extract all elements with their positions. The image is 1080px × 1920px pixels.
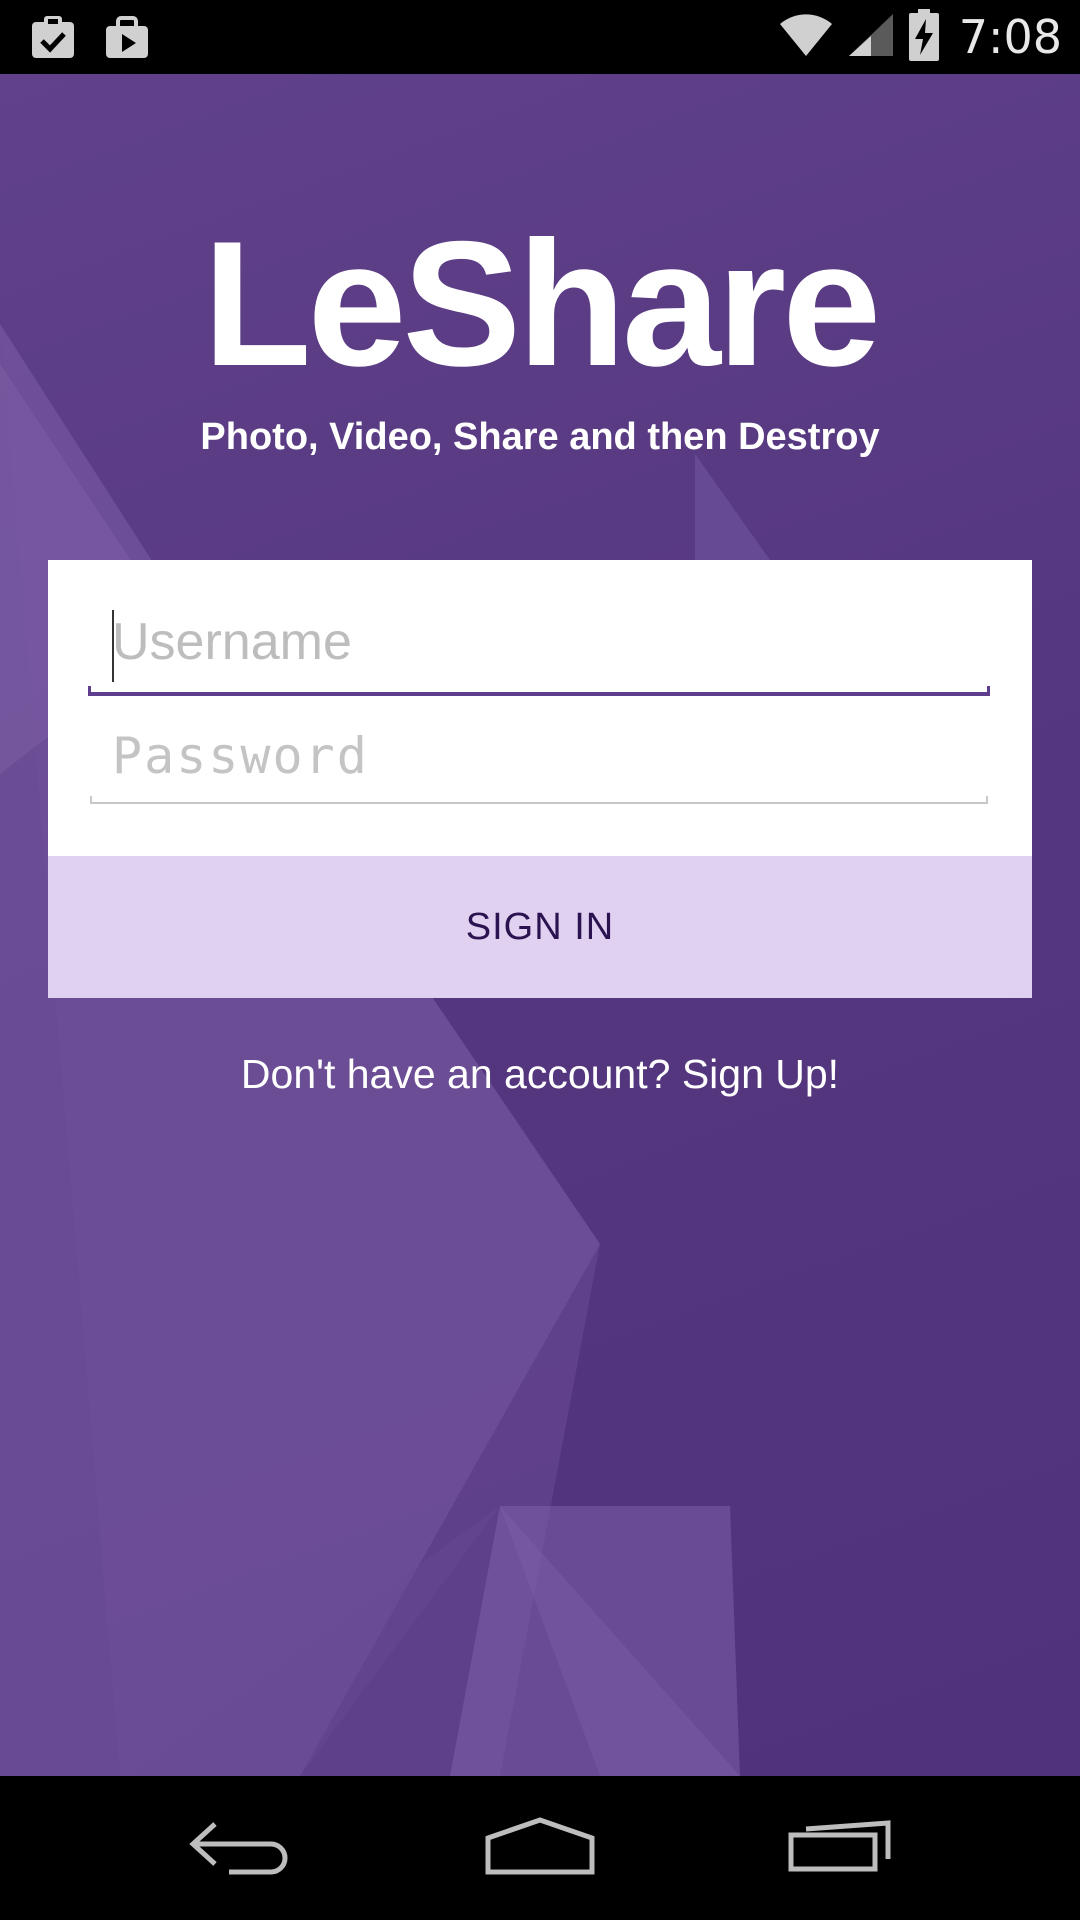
recents-icon xyxy=(788,1819,892,1877)
status-bar: 7:08 xyxy=(0,0,1080,74)
login-card: SIGN IN xyxy=(48,560,1032,998)
home-icon xyxy=(484,1816,596,1880)
app-tagline: Photo, Video, Share and then Destroy xyxy=(200,416,880,458)
username-field[interactable] xyxy=(88,596,990,696)
text-cursor xyxy=(112,610,114,682)
home-button[interactable] xyxy=(440,1776,640,1920)
wifi-icon xyxy=(779,12,833,62)
back-button[interactable] xyxy=(140,1776,340,1920)
back-icon xyxy=(185,1816,295,1880)
app-content: LeShare Photo, Video, Share and then Des… xyxy=(0,74,1080,1776)
briefcase-play-icon xyxy=(102,12,152,66)
navigation-bar xyxy=(0,1776,1080,1920)
recents-button[interactable] xyxy=(740,1776,940,1920)
login-screen: 7:08 LeShare Photo, Video, Share and the… xyxy=(0,0,1080,1920)
app-title: LeShare xyxy=(202,204,881,403)
sign-in-button[interactable]: SIGN IN xyxy=(48,856,1032,998)
battery-charging-icon xyxy=(908,9,939,65)
status-time: 7:08 xyxy=(958,10,1062,64)
clipboard-check-icon xyxy=(28,12,78,66)
cell-signal-icon xyxy=(847,12,895,62)
password-field[interactable] xyxy=(88,710,990,810)
status-system: 7:08 xyxy=(779,0,1062,74)
username-input[interactable] xyxy=(88,596,990,688)
password-underline xyxy=(90,796,988,804)
password-input[interactable] xyxy=(88,710,990,802)
sign-up-link[interactable]: Don't have an account? Sign Up! xyxy=(0,1046,1080,1102)
username-underline xyxy=(88,686,990,696)
status-notifications xyxy=(28,12,152,66)
